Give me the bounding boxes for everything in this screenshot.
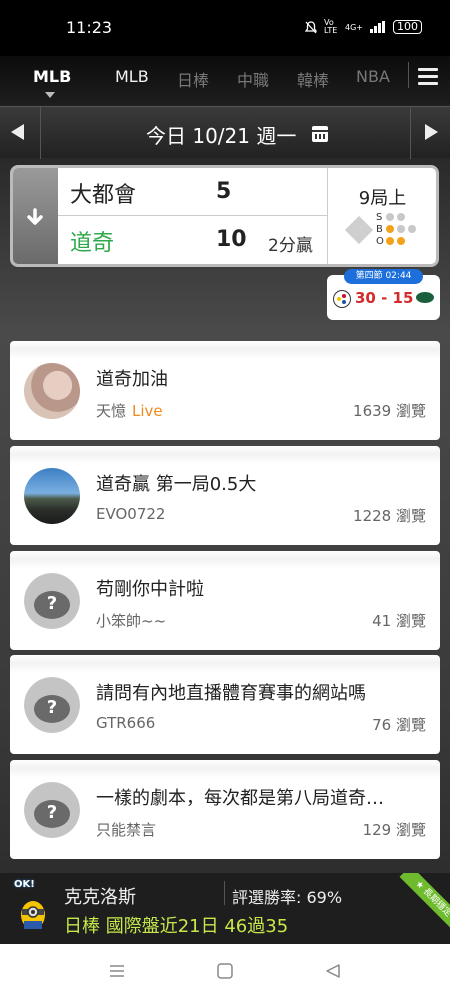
inning-label: 9局上 (358, 188, 407, 209)
away-team-score: 5 (216, 179, 232, 204)
post-title: 請問有內地直播體育賽事的網站嗎 (96, 683, 366, 704)
game-status-panel: 9局上 S B O (327, 168, 436, 264)
tab-mlb[interactable]: MLB (115, 67, 149, 86)
previous-day-arrow-icon[interactable] (11, 124, 24, 140)
svg-text:?: ? (47, 593, 57, 614)
league-tab-bar: MLB MLB 日棒 中職 韓棒 NBA (0, 56, 450, 106)
post-author: EVO0722 (96, 505, 166, 523)
volte-icon: Vo LTE (324, 18, 338, 35)
calendar-icon[interactable] (312, 126, 328, 142)
post-views: 41 瀏覽 (372, 612, 426, 630)
arrow-down-icon (27, 208, 43, 225)
banner-divider (224, 881, 225, 905)
outs-label: O (376, 235, 384, 247)
mascot-icon (21, 901, 45, 929)
tab-mlb-main[interactable]: MLB (33, 67, 71, 86)
post-title: 道奇贏 第一局0.5大 (96, 474, 257, 495)
post-title: 苟剛你中計啦 (96, 579, 204, 600)
list-item[interactable]: 道奇加油 天憶 Live 1639 瀏覽 (10, 341, 440, 440)
game-score-card[interactable]: 大都會 5 道奇 10 2分贏 9局上 S B O (10, 165, 439, 267)
post-views: 1639 瀏覽 (353, 402, 426, 420)
list-item[interactable]: ? 一樣的劇本，每次都是第八局道奇… 只能禁言 129 瀏覽 (10, 760, 440, 859)
balls-label: B (376, 223, 383, 235)
game-period-badge: 第四節 02:44 (344, 269, 423, 284)
post-author: 小笨帥~~ (96, 612, 167, 630)
post-author: 只能禁言 (96, 821, 157, 839)
battery-icon: 100 (393, 20, 422, 34)
date-divider-left (40, 107, 41, 159)
result-note: 2分贏 (268, 236, 313, 256)
strikes-label: S (376, 211, 383, 223)
tipster-name: 克克洛斯 (64, 887, 136, 908)
status-icons: Vo LTE 4G+ 100 (305, 19, 422, 35)
live-badge: Live (132, 402, 163, 420)
date-divider-right (410, 107, 411, 159)
home-icon[interactable] (216, 963, 234, 979)
post-author-name: 天憶 (96, 402, 127, 420)
away-team-row: 大都會 5 (58, 168, 328, 216)
signal-4g-icon: 4G+ (345, 22, 363, 32)
status-time: 11:23 (66, 18, 113, 37)
tab-kbo[interactable]: 韓棒 (297, 67, 329, 91)
svg-text:?: ? (47, 697, 57, 718)
list-item[interactable]: 道奇贏 第一局0.5大 EVO0722 1228 瀏覽 (10, 446, 440, 545)
svg-text:?: ? (47, 802, 57, 823)
tipster-banner[interactable]: OK! 克克洛斯 評選勝率: 69% 日棒 國際盤近21日 46過35 ★ 長期… (0, 873, 450, 944)
sbo-count: S B O (376, 211, 419, 247)
home-team-row: 道奇 10 2分贏 (58, 216, 328, 264)
post-views: 76 瀏覽 (372, 716, 426, 734)
tab-divider (408, 62, 409, 88)
ribbon-label: ★ 長期穩定 ★ (399, 873, 450, 941)
next-day-arrow-icon[interactable] (425, 124, 438, 140)
list-item[interactable]: ? 苟剛你中計啦 小笨帥~~ 41 瀏覽 (10, 551, 440, 650)
win-rate-label: 評選勝率: 69% (232, 888, 343, 907)
default-avatar-icon: ? (24, 677, 80, 733)
steelers-logo-icon (333, 290, 351, 308)
current-date-label[interactable]: 今日 10/21 週一 (146, 120, 296, 149)
live-game-score: 30 - 15 (355, 289, 414, 307)
default-avatar-icon: ? (24, 782, 80, 838)
post-title: 一樣的劇本，每次都是第八局道奇… (96, 788, 384, 809)
bases-diamond-icon (344, 216, 374, 245)
default-avatar-icon: ? (24, 573, 80, 629)
stable-ribbon: ★ 長期穩定 ★ (390, 873, 450, 943)
status-bar: 11:23 Vo LTE 4G+ 100 (0, 0, 450, 56)
date-bar: 今日 10/21 週一 (0, 106, 450, 159)
home-team-score: 10 (216, 227, 247, 252)
post-views: 129 瀏覽 (362, 821, 426, 839)
tab-dropdown-caret-icon[interactable] (45, 92, 55, 98)
post-views: 1228 瀏覽 (353, 507, 426, 525)
tab-cpbl[interactable]: 中職 (237, 67, 269, 91)
expand-game-button[interactable] (13, 168, 58, 264)
back-icon[interactable] (324, 963, 342, 979)
tab-nba[interactable]: NBA (356, 67, 390, 86)
menu-icon[interactable] (108, 963, 126, 979)
user-avatar (24, 468, 80, 524)
away-team-name: 大都會 (70, 183, 137, 208)
mascot-ok-text: OK! (14, 879, 35, 890)
list-item[interactable]: ? 請問有內地直播體育賽事的網站嗎 GTR666 76 瀏覽 (10, 655, 440, 754)
user-avatar (24, 363, 80, 419)
signal-bars-icon (370, 21, 385, 33)
system-nav-bar (0, 944, 450, 1000)
post-author: GTR666 (96, 714, 156, 732)
tab-npb[interactable]: 日棒 (177, 67, 209, 91)
live-game-mini-card[interactable]: 第四節 02:44 30 - 15 (327, 269, 440, 320)
tipster-record: 日棒 國際盤近21日 46過35 (64, 916, 289, 937)
post-title: 道奇加油 (96, 369, 168, 390)
hamburger-menu-icon[interactable] (418, 68, 438, 86)
jets-logo-icon (416, 292, 434, 303)
post-author: 天憶 Live (96, 400, 163, 421)
home-team-name: 道奇 (70, 231, 115, 256)
mute-icon (305, 20, 317, 33)
